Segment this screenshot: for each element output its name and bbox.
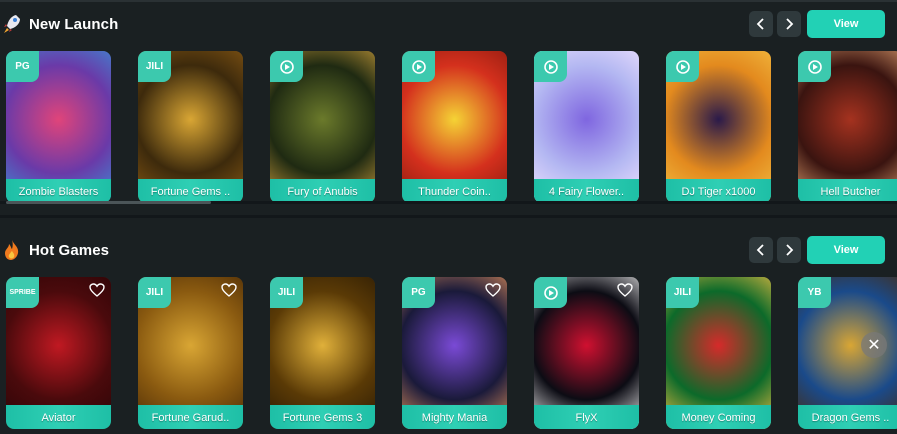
game-name: Mighty Mania xyxy=(421,412,488,424)
provider-badge: JILI xyxy=(666,277,699,308)
next-button[interactable] xyxy=(777,237,801,263)
rocket-icon xyxy=(4,15,20,33)
favorite-heart-icon[interactable] xyxy=(485,283,501,297)
games-row: SPRIBE Aviator JILI Fortune Garud.. JILI Fort… xyxy=(0,277,897,429)
games-row: PG Zombie Blasters JILI Fortune Gems .. Fury… xyxy=(0,51,897,203)
game-name: Thunder Coin.. xyxy=(418,186,491,198)
game-card[interactable]: JILI Fortune Garud.. xyxy=(138,277,243,429)
provider-label: PG xyxy=(411,287,426,298)
game-card[interactable]: PG Zombie Blasters xyxy=(6,51,111,203)
game-name: Aviator xyxy=(41,412,76,424)
game-card[interactable]: JILI Fortune Gems 3 xyxy=(270,277,375,429)
game-name: Fortune Garud.. xyxy=(151,412,230,424)
view-all-button[interactable]: View xyxy=(807,236,885,264)
provider-badge: JILI xyxy=(138,277,171,308)
game-name: DJ Tiger x1000 xyxy=(681,186,756,198)
provider-badge: JILI xyxy=(138,51,171,82)
chevron-right-icon xyxy=(786,244,794,256)
section-title: New Launch xyxy=(29,16,119,33)
prev-button[interactable] xyxy=(749,237,773,263)
game-name: Fury of Anubis xyxy=(287,186,358,198)
provider-badge: YB xyxy=(798,277,831,308)
close-icon[interactable]: ✕ xyxy=(861,332,887,358)
game-card[interactable]: SPRIBE Aviator xyxy=(6,277,111,429)
next-button[interactable] xyxy=(777,11,801,37)
provider-label: SPRIBE xyxy=(9,289,36,296)
game-card[interactable]: Fury of Anubis xyxy=(270,51,375,203)
provider-logo-icon xyxy=(543,59,558,74)
chevron-left-icon xyxy=(756,244,764,256)
game-card[interactable]: JILI Money Coming xyxy=(666,277,771,429)
favorite-heart-icon[interactable] xyxy=(221,283,237,297)
provider-label: JILI xyxy=(145,287,164,298)
section-divider xyxy=(0,215,897,218)
provider-badge xyxy=(666,51,699,82)
provider-logo-icon xyxy=(279,59,294,74)
provider-logo-icon xyxy=(807,59,822,74)
prev-button[interactable] xyxy=(749,11,773,37)
game-card[interactable]: JILI Fortune Gems .. xyxy=(138,51,243,203)
game-card[interactable]: DJ Tiger x1000 xyxy=(666,51,771,203)
chevron-right-icon xyxy=(786,18,794,30)
provider-badge xyxy=(534,277,567,308)
game-card[interactable]: Hell Butcher xyxy=(798,51,897,203)
provider-label: PG xyxy=(15,61,30,72)
provider-label: JILI xyxy=(673,287,692,298)
favorite-heart-icon[interactable] xyxy=(617,283,633,297)
provider-badge xyxy=(270,51,303,82)
horizontal-scrollbar[interactable] xyxy=(0,201,897,204)
game-card[interactable]: Thunder Coin.. xyxy=(402,51,507,203)
game-name: Dragon Gems .. xyxy=(811,412,890,424)
game-card[interactable]: FlyX xyxy=(534,277,639,429)
section-hot-games: Hot Games View SPRIBE Aviator JILI Fortune … xyxy=(0,226,897,434)
fire-icon xyxy=(5,240,19,260)
provider-badge xyxy=(402,51,435,82)
provider-logo-icon xyxy=(411,59,426,74)
game-name: Fortune Gems .. xyxy=(150,186,231,198)
game-card[interactable]: 4 Fairy Flower.. xyxy=(534,51,639,203)
provider-logo-icon xyxy=(543,285,558,300)
provider-label: JILI xyxy=(145,61,164,72)
section-title: Hot Games xyxy=(29,242,110,259)
chevron-left-icon xyxy=(756,18,764,30)
section-header: New Launch View xyxy=(0,10,897,40)
provider-badge xyxy=(534,51,567,82)
game-name: Zombie Blasters xyxy=(18,186,99,198)
provider-badge xyxy=(798,51,831,82)
provider-logo-icon xyxy=(675,59,690,74)
view-all-button[interactable]: View xyxy=(807,10,885,38)
provider-badge: PG xyxy=(6,51,39,82)
provider-badge: SPRIBE xyxy=(6,277,39,308)
game-name: Fortune Gems 3 xyxy=(282,412,363,424)
provider-label: YB xyxy=(807,287,822,298)
section-header: Hot Games View xyxy=(0,236,897,266)
game-name: FlyX xyxy=(575,412,598,424)
scrollbar-thumb[interactable] xyxy=(6,201,211,204)
game-name: Money Coming xyxy=(681,412,756,424)
game-name: 4 Fairy Flower.. xyxy=(548,186,625,198)
favorite-heart-icon[interactable] xyxy=(89,283,105,297)
provider-label: JILI xyxy=(277,287,296,298)
provider-badge: JILI xyxy=(270,277,303,308)
section-new-launch: New Launch View PG Zombie Blasters JILI For… xyxy=(0,0,897,215)
provider-badge: PG xyxy=(402,277,435,308)
game-name: Hell Butcher xyxy=(820,186,881,198)
game-card[interactable]: PG Mighty Mania xyxy=(402,277,507,429)
